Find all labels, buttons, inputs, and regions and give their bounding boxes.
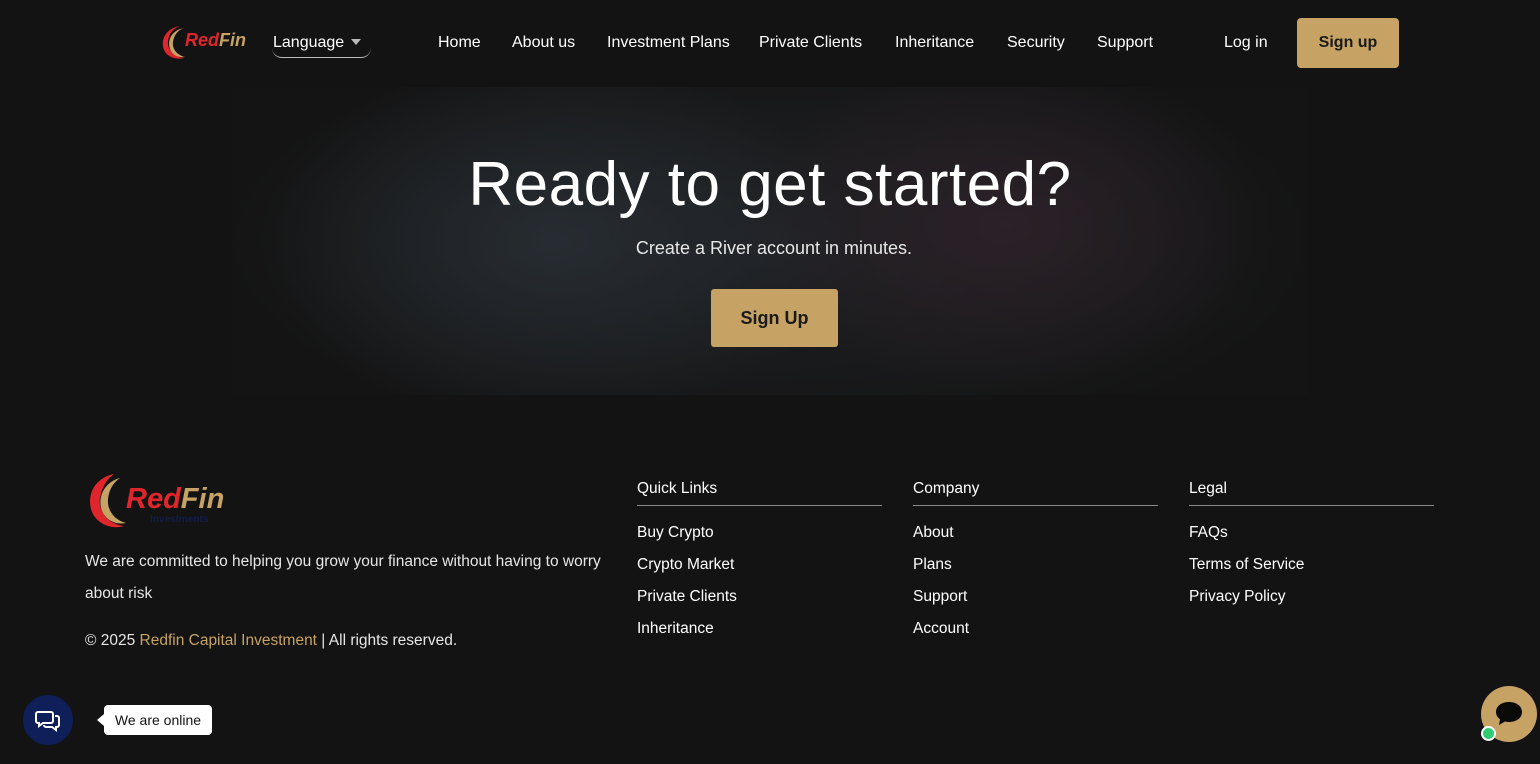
footer-link-account[interactable]: Account <box>913 620 1158 652</box>
footer-col-company: Company About Plans Support Account <box>913 480 1158 652</box>
message-bubble-icon <box>1496 702 1522 725</box>
footer-link-buy-crypto[interactable]: Buy Crypto <box>637 524 882 556</box>
nav-support[interactable]: Support <box>1097 34 1153 52</box>
footer-link-private-clients[interactable]: Private Clients <box>637 588 882 620</box>
copyright-prefix: © 2025 <box>85 632 140 649</box>
brand-logo[interactable]: RedFin <box>158 22 248 62</box>
nav-home[interactable]: Home <box>438 34 481 52</box>
footer-link-privacy[interactable]: Privacy Policy <box>1189 588 1434 620</box>
logo-subtext: Investments <box>150 514 209 525</box>
caret-down-icon <box>351 39 361 45</box>
footer-col-legal: Legal FAQs Terms of Service Privacy Poli… <box>1189 480 1434 620</box>
footer-link-crypto-market[interactable]: Crypto Market <box>637 556 882 588</box>
footer-copyright: © 2025 Redfin Capital Investment | All r… <box>85 632 457 650</box>
language-label: Language <box>273 34 345 51</box>
online-indicator <box>1481 726 1496 741</box>
site-header: RedFin Language Home About us Investment… <box>0 0 1540 87</box>
chat-launcher-left[interactable] <box>23 695 73 745</box>
footer-col-title: Quick Links <box>637 480 882 506</box>
footer-col-title: Company <box>913 480 1158 506</box>
svg-text:RedFin: RedFin <box>126 483 224 515</box>
nav-investment-plans[interactable]: Investment Plans <box>607 34 730 52</box>
nav-security[interactable]: Security <box>1007 34 1065 52</box>
cta-hero: Ready to get started? Create a River acc… <box>232 87 1308 395</box>
nav-private-clients[interactable]: Private Clients <box>759 34 862 52</box>
language-selector[interactable]: Language <box>272 30 371 58</box>
copyright-suffix: | All rights reserved. <box>317 632 458 649</box>
signup-button[interactable]: Sign up <box>1297 18 1399 68</box>
nav-about-us[interactable]: About us <box>512 34 575 52</box>
redfin-logo-icon: RedFin <box>162 26 246 59</box>
footer-link-plans[interactable]: Plans <box>913 556 1158 588</box>
footer-description: We are committed to helping you grow you… <box>85 553 601 602</box>
online-status-tooltip: We are online <box>97 705 212 735</box>
footer-col-quick-links: Quick Links Buy Crypto Crypto Market Pri… <box>637 480 882 652</box>
footer-link-faqs[interactable]: FAQs <box>1189 524 1434 556</box>
copyright-brand-link[interactable]: Redfin Capital Investment <box>140 632 317 649</box>
footer-link-support[interactable]: Support <box>913 588 1158 620</box>
login-link[interactable]: Log in <box>1224 34 1268 52</box>
footer-link-terms[interactable]: Terms of Service <box>1189 556 1434 588</box>
footer-col-title: Legal <box>1189 480 1434 506</box>
hero-subtitle: Create a River account in minutes. <box>635 238 913 258</box>
footer-link-inheritance[interactable]: Inheritance <box>637 620 882 652</box>
redfin-logo-icon: RedFin Investments <box>90 474 224 528</box>
hero-title: Ready to get started? <box>468 150 1072 219</box>
footer-link-about[interactable]: About <box>913 524 1158 556</box>
chat-bubbles-icon <box>35 711 60 732</box>
hero-signup-button[interactable]: Sign Up <box>711 289 838 347</box>
nav-inheritance[interactable]: Inheritance <box>895 34 974 52</box>
footer-logo[interactable]: RedFin Investments <box>84 470 229 532</box>
svg-text:RedFin: RedFin <box>185 30 246 50</box>
